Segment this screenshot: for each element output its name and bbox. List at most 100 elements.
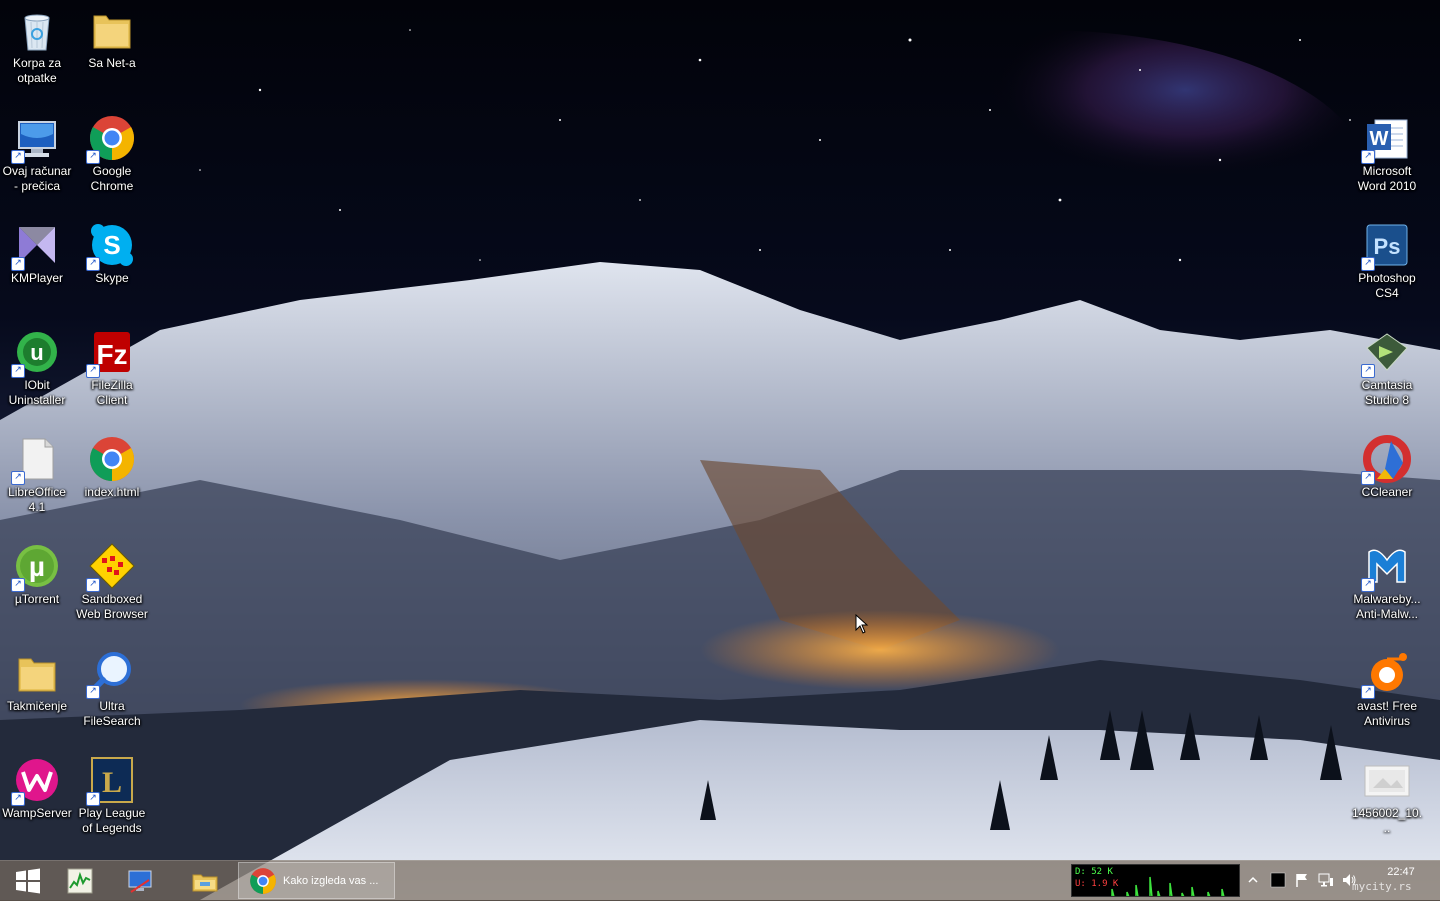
svg-text:Fz: Fz bbox=[96, 339, 127, 370]
desktop-icon[interactable]: Ps ↗ Photoshop CS4 bbox=[1350, 215, 1424, 301]
svg-text:S: S bbox=[103, 230, 120, 260]
desktop-icon-label: KMPlayer bbox=[10, 271, 63, 285]
windows-start-icon bbox=[16, 868, 40, 894]
shortcut-arrow-icon: ↗ bbox=[11, 792, 25, 806]
desktop-icon-label: Ovaj računar - prečica bbox=[2, 164, 72, 193]
folder-icon bbox=[13, 649, 61, 697]
utorrent-icon: µ ↗ bbox=[11, 542, 61, 592]
desktop-icon-label: index.html bbox=[84, 485, 140, 499]
shortcut-arrow-icon: ↗ bbox=[11, 578, 25, 592]
filezilla-icon: Fz ↗ bbox=[86, 328, 136, 378]
show-hidden-icons-icon bbox=[1248, 876, 1258, 883]
chrome-icon: ↗ bbox=[86, 114, 136, 164]
desktop-icon-label: LibreOffice 4.1 bbox=[8, 485, 66, 514]
desktop-icon[interactable]: µ ↗ µTorrent bbox=[0, 536, 74, 607]
taskbar-file-explorer[interactable] bbox=[177, 861, 233, 901]
task-manager-icon bbox=[67, 868, 93, 894]
shortcut-arrow-icon: ↗ bbox=[86, 792, 100, 806]
desktop-icon-label: Photoshop CS4 bbox=[1358, 271, 1416, 300]
remote-desktop-icon bbox=[128, 870, 152, 893]
shortcut-arrow-icon: ↗ bbox=[86, 150, 100, 164]
taskbar-chrome-window-label: Kako izgleda vas ... bbox=[283, 874, 379, 887]
league-of-legends-icon: L ↗ bbox=[86, 756, 136, 806]
desktop-icon[interactable]: ↗ Malwareby... Anti-Malw... bbox=[1350, 536, 1424, 622]
desktop-icon[interactable]: ↗ Google Chrome bbox=[75, 108, 149, 194]
watermark-text: mycity.rs bbox=[1352, 880, 1412, 893]
desktop-icon-label: µTorrent bbox=[14, 592, 60, 606]
desktop-icon-label: CCleaner bbox=[1361, 485, 1413, 499]
desktop-icon-label: Camtasia Studio 8 bbox=[1361, 378, 1413, 407]
network-meter-gadget: D: 52 K U: 1.9 K bbox=[1071, 864, 1240, 897]
desktop-icon-label: Play League of Legends bbox=[78, 806, 146, 835]
show-hidden-icons[interactable] bbox=[1246, 871, 1260, 889]
desktop-icon-label: Google Chrome bbox=[90, 164, 134, 193]
desktop-icon-label: Takmičenje bbox=[6, 699, 68, 713]
tray-stop[interactable] bbox=[1269, 871, 1287, 889]
taskbar-clock[interactable]: 22:47 bbox=[1368, 866, 1434, 879]
camtasia-icon: ↗ bbox=[1361, 328, 1411, 378]
image-file-icon bbox=[1363, 756, 1411, 804]
shortcut-arrow-icon: ↗ bbox=[1361, 471, 1375, 485]
desktop-icon[interactable]: ↗ CCleaner bbox=[1350, 429, 1424, 500]
desktop-icon[interactable]: ↗ avast! Free Antivirus bbox=[1350, 643, 1424, 729]
desktop-icon[interactable]: u ↗ IObit Uninstaller bbox=[0, 322, 74, 408]
desktop-icon-label: FileZilla Client bbox=[91, 378, 133, 407]
svg-text:L: L bbox=[102, 766, 122, 799]
desktop-icon-label: Malwareby... Anti-Malw... bbox=[1353, 592, 1421, 621]
file-explorer-icon bbox=[192, 874, 218, 892]
libreoffice-icon: ↗ bbox=[11, 435, 61, 485]
chrome-icon bbox=[250, 867, 276, 894]
recycle-bin-icon bbox=[13, 6, 61, 54]
taskbar-remote-desktop[interactable] bbox=[112, 861, 168, 901]
desktop-icon[interactable]: ↗ Sandboxed Web Browser bbox=[75, 536, 149, 622]
desktop-icon[interactable]: ↗ Camtasia Studio 8 bbox=[1350, 322, 1424, 408]
desktop-icon[interactable]: Takmičenje bbox=[0, 643, 74, 714]
svg-text:Ps: Ps bbox=[1374, 234, 1401, 259]
computer-icon: ↗ bbox=[11, 114, 61, 164]
desktop-icon[interactable]: Fz ↗ FileZilla Client bbox=[75, 322, 149, 408]
desktop-icon[interactable]: L ↗ Play League of Legends bbox=[75, 750, 149, 836]
tray-action-center[interactable] bbox=[1293, 871, 1311, 889]
shortcut-arrow-icon: ↗ bbox=[11, 471, 25, 485]
desktop-icon[interactable]: S ↗ Skype bbox=[75, 215, 149, 286]
shortcut-arrow-icon: ↗ bbox=[1361, 685, 1375, 699]
shortcut-arrow-icon: ↗ bbox=[11, 364, 25, 378]
skype-icon: S ↗ bbox=[86, 221, 136, 271]
shortcut-arrow-icon: ↗ bbox=[86, 578, 100, 592]
shortcut-arrow-icon: ↗ bbox=[86, 257, 100, 271]
desktop-icon[interactable]: ↗ Ovaj računar - prečica bbox=[0, 108, 74, 194]
network-icon bbox=[1318, 873, 1333, 887]
desktop-icon[interactable]: 1456002_10... bbox=[1350, 750, 1424, 836]
desktop-icon[interactable]: index.html bbox=[75, 429, 149, 500]
desktop-icon[interactable]: Sa Net-a bbox=[75, 0, 149, 71]
shortcut-arrow-icon: ↗ bbox=[1361, 364, 1375, 378]
shortcut-arrow-icon: ↗ bbox=[11, 257, 25, 271]
stop-icon bbox=[1270, 872, 1286, 888]
shortcut-arrow-icon: ↗ bbox=[86, 364, 100, 378]
desktop-wallpaper bbox=[0, 0, 1440, 900]
desktop-icon-label: Sandboxed Web Browser bbox=[76, 592, 148, 621]
start-button[interactable] bbox=[0, 861, 56, 901]
tray-network[interactable] bbox=[1317, 871, 1335, 889]
desktop-icon[interactable]: ↗ WampServer bbox=[0, 750, 74, 821]
desktop-icon-label: Sa Net-a bbox=[88, 56, 136, 70]
mouse-cursor-icon bbox=[855, 614, 869, 634]
desktop-icon[interactable]: Korpa za otpatke bbox=[0, 0, 74, 86]
desktop-icon-label: IObit Uninstaller bbox=[8, 378, 66, 407]
desktop-icon-label: Korpa za otpatke bbox=[12, 56, 62, 85]
sandboxed-browser-icon: ↗ bbox=[86, 542, 136, 592]
ccleaner-icon: ↗ bbox=[1361, 435, 1411, 485]
chrome-icon bbox=[88, 435, 136, 483]
desktop-icon-label: Ultra FileSearch bbox=[83, 699, 141, 728]
desktop-icon[interactable]: ↗ LibreOffice 4.1 bbox=[0, 429, 74, 515]
iobit-uninstaller-icon: u ↗ bbox=[11, 328, 61, 378]
desktop-icon[interactable]: ↗ KMPlayer bbox=[0, 215, 74, 286]
photoshop-icon: Ps ↗ bbox=[1361, 221, 1411, 271]
desktop-icon[interactable]: ↗ Ultra FileSearch bbox=[75, 643, 149, 729]
malwarebytes-icon: ↗ bbox=[1361, 542, 1411, 592]
desktop-icon[interactable]: W ↗ Microsoft Word 2010 bbox=[1350, 108, 1424, 194]
taskbar-task-manager[interactable] bbox=[52, 861, 108, 901]
word-icon: W ↗ bbox=[1361, 114, 1411, 164]
shortcut-arrow-icon: ↗ bbox=[1361, 578, 1375, 592]
taskbar-chrome-window[interactable]: Kako izgleda vas ... bbox=[238, 862, 395, 899]
